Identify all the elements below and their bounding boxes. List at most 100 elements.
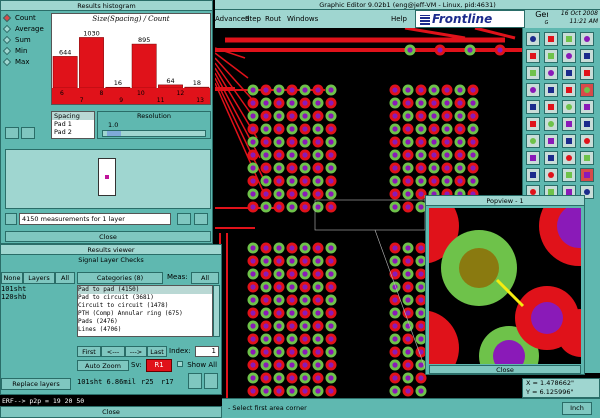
histogram-bar[interactable] xyxy=(105,86,131,89)
toolbar-tool-icon[interactable] xyxy=(580,134,594,148)
toolbar-tool-icon[interactable] xyxy=(580,100,594,114)
toolbar-tool-icon[interactable] xyxy=(580,117,594,131)
histogram-print-button[interactable] xyxy=(194,213,208,225)
pcb-via xyxy=(289,349,295,355)
toolbar-tool-icon[interactable] xyxy=(526,32,540,46)
category-item[interactable]: Pad to circuit (3681) xyxy=(78,294,212,302)
histogram-left-button-2[interactable] xyxy=(21,127,35,139)
sv-value[interactable]: R1 xyxy=(146,359,172,372)
command-line[interactable]: ERF--> p2p = 19 20 50 xyxy=(0,394,222,406)
toolbar-tool-icon[interactable] xyxy=(580,66,594,80)
histogram-bar[interactable] xyxy=(52,56,78,89)
histogram-title[interactable]: Results histogram xyxy=(1,1,212,11)
index-label: Index: xyxy=(169,347,191,355)
resolution-slider[interactable] xyxy=(102,130,206,137)
last-button[interactable]: Last xyxy=(147,346,167,357)
histogram-bar[interactable] xyxy=(158,84,183,89)
histogram-info-button[interactable] xyxy=(5,213,17,225)
histogram-bar[interactable] xyxy=(131,43,157,89)
category-item[interactable]: Circuit to circuit (1478) xyxy=(78,302,212,310)
layer-item-101sht[interactable]: 101sht xyxy=(1,285,75,293)
units-button[interactable]: Inch xyxy=(562,402,592,415)
histogram-close-button[interactable]: Close xyxy=(5,231,211,242)
toolbar-tool-icon[interactable] xyxy=(526,49,540,63)
menu-help[interactable]: Help xyxy=(391,10,407,28)
toolbar-tool-icon[interactable] xyxy=(544,66,558,80)
replace-layers-button[interactable]: Replace layers xyxy=(1,378,71,390)
categories-scrollbar[interactable] xyxy=(213,285,220,337)
histogram-bar[interactable] xyxy=(79,37,104,89)
histogram-bar[interactable] xyxy=(184,86,210,89)
viewer-icon-button-2[interactable] xyxy=(204,373,218,389)
toolbar-tool-icon[interactable] xyxy=(544,100,558,114)
layers-button[interactable]: Layers xyxy=(23,272,55,284)
categories-button[interactable]: Categories (8) xyxy=(77,272,163,284)
toolbar-tool-icon[interactable] xyxy=(544,49,558,63)
toolbar-tool-icon[interactable] xyxy=(544,117,558,131)
category-item[interactable]: Pads (2476) xyxy=(78,318,212,326)
menu-windows[interactable]: Windows xyxy=(287,10,318,28)
category-item[interactable]: PTH (Comp) Annular ring (675) xyxy=(78,310,212,318)
toolbar-tool-icon[interactable] xyxy=(562,151,576,165)
toolbar-tool-icon[interactable] xyxy=(562,168,576,182)
toolbar-tool-icon[interactable] xyxy=(526,134,540,148)
layers-all-button[interactable]: All xyxy=(55,272,75,284)
category-item[interactable]: Lines (4706) xyxy=(78,326,212,334)
toolbar-tool-icon[interactable] xyxy=(580,49,594,63)
index-input[interactable]: 1 xyxy=(195,346,219,357)
option-min[interactable]: Min xyxy=(2,46,51,57)
show-all-toggle[interactable]: Show All xyxy=(177,359,221,371)
layer-item-120shb[interactable]: 120shb xyxy=(1,293,75,301)
category-item[interactable]: Pad to pad (4150) xyxy=(78,286,212,294)
toolbar-tool-icon[interactable] xyxy=(526,83,540,97)
histogram-copy-button[interactable] xyxy=(177,213,191,225)
viewer-title[interactable]: Results viewer xyxy=(1,245,221,255)
toolbar-tool-icon[interactable] xyxy=(526,100,540,114)
toolbar-tool-icon[interactable] xyxy=(562,117,576,131)
option-average[interactable]: Average xyxy=(2,24,51,35)
main-title-bar[interactable]: Graphic Editor 9.02b1 (eng@jeff-VM - Lin… xyxy=(215,0,600,10)
histogram-chart[interactable]: 644 1030 16 895 64 18 6 7 8 9 10 11 12 13 xyxy=(52,24,210,104)
toolbar-tool-icon[interactable] xyxy=(562,49,576,63)
next-button[interactable]: ---> xyxy=(125,346,147,357)
toolbar-tool-icon[interactable] xyxy=(580,151,594,165)
layer-list[interactable]: 101sht 120shb xyxy=(1,285,75,329)
menu-step[interactable]: Step xyxy=(245,10,261,28)
toolbar-tool-icon[interactable] xyxy=(562,134,576,148)
toolbar-tool-icon[interactable] xyxy=(580,168,594,182)
toolbar-tool-icon[interactable] xyxy=(544,32,558,46)
option-sum[interactable]: Sum xyxy=(2,35,51,46)
viewer-close-button[interactable]: Close xyxy=(0,406,222,418)
resolution-slider-thumb[interactable] xyxy=(107,131,121,136)
toolbar-tool-icon[interactable] xyxy=(526,66,540,80)
option-count[interactable]: Count xyxy=(2,13,51,24)
layers-none-button[interactable]: None xyxy=(1,272,23,284)
toolbar-tool-icon[interactable] xyxy=(562,66,576,80)
popview-title[interactable]: Popview - 1 xyxy=(426,196,584,206)
toolbar-tool-icon[interactable] xyxy=(580,32,594,46)
option-max[interactable]: Max xyxy=(2,57,51,68)
toolbar-tool-icon[interactable] xyxy=(544,151,558,165)
prev-button[interactable]: <--- xyxy=(101,346,125,357)
meas-select[interactable]: All xyxy=(191,272,219,284)
categories-list[interactable]: Pad to pad (4150) Pad to circuit (3681) … xyxy=(77,285,213,337)
menu-rout[interactable]: Rout xyxy=(265,10,281,28)
popview-close-button[interactable]: Close xyxy=(429,365,581,374)
toolbar-tool-icon[interactable] xyxy=(544,134,558,148)
toolbar-tool-icon[interactable] xyxy=(562,32,576,46)
first-button[interactable]: First xyxy=(77,346,101,357)
viewer-icon-button-1[interactable] xyxy=(188,373,202,389)
popview-canvas[interactable] xyxy=(429,208,581,364)
pcb-via xyxy=(457,152,463,158)
histogram-left-button-1[interactable] xyxy=(5,127,19,139)
toolbar-tool-icon[interactable] xyxy=(580,83,594,97)
spacing-list[interactable]: Spacing Pad 1 Pad 2 xyxy=(51,111,95,139)
toolbar-tool-icon[interactable] xyxy=(562,83,576,97)
toolbar-tool-icon[interactable] xyxy=(526,117,540,131)
toolbar-tool-icon[interactable] xyxy=(544,83,558,97)
auto-zoom-toggle[interactable]: Auto Zoom xyxy=(77,360,129,371)
toolbar-tool-icon[interactable] xyxy=(526,168,540,182)
toolbar-tool-icon[interactable] xyxy=(562,100,576,114)
toolbar-tool-icon[interactable] xyxy=(526,151,540,165)
toolbar-tool-icon[interactable] xyxy=(544,168,558,182)
